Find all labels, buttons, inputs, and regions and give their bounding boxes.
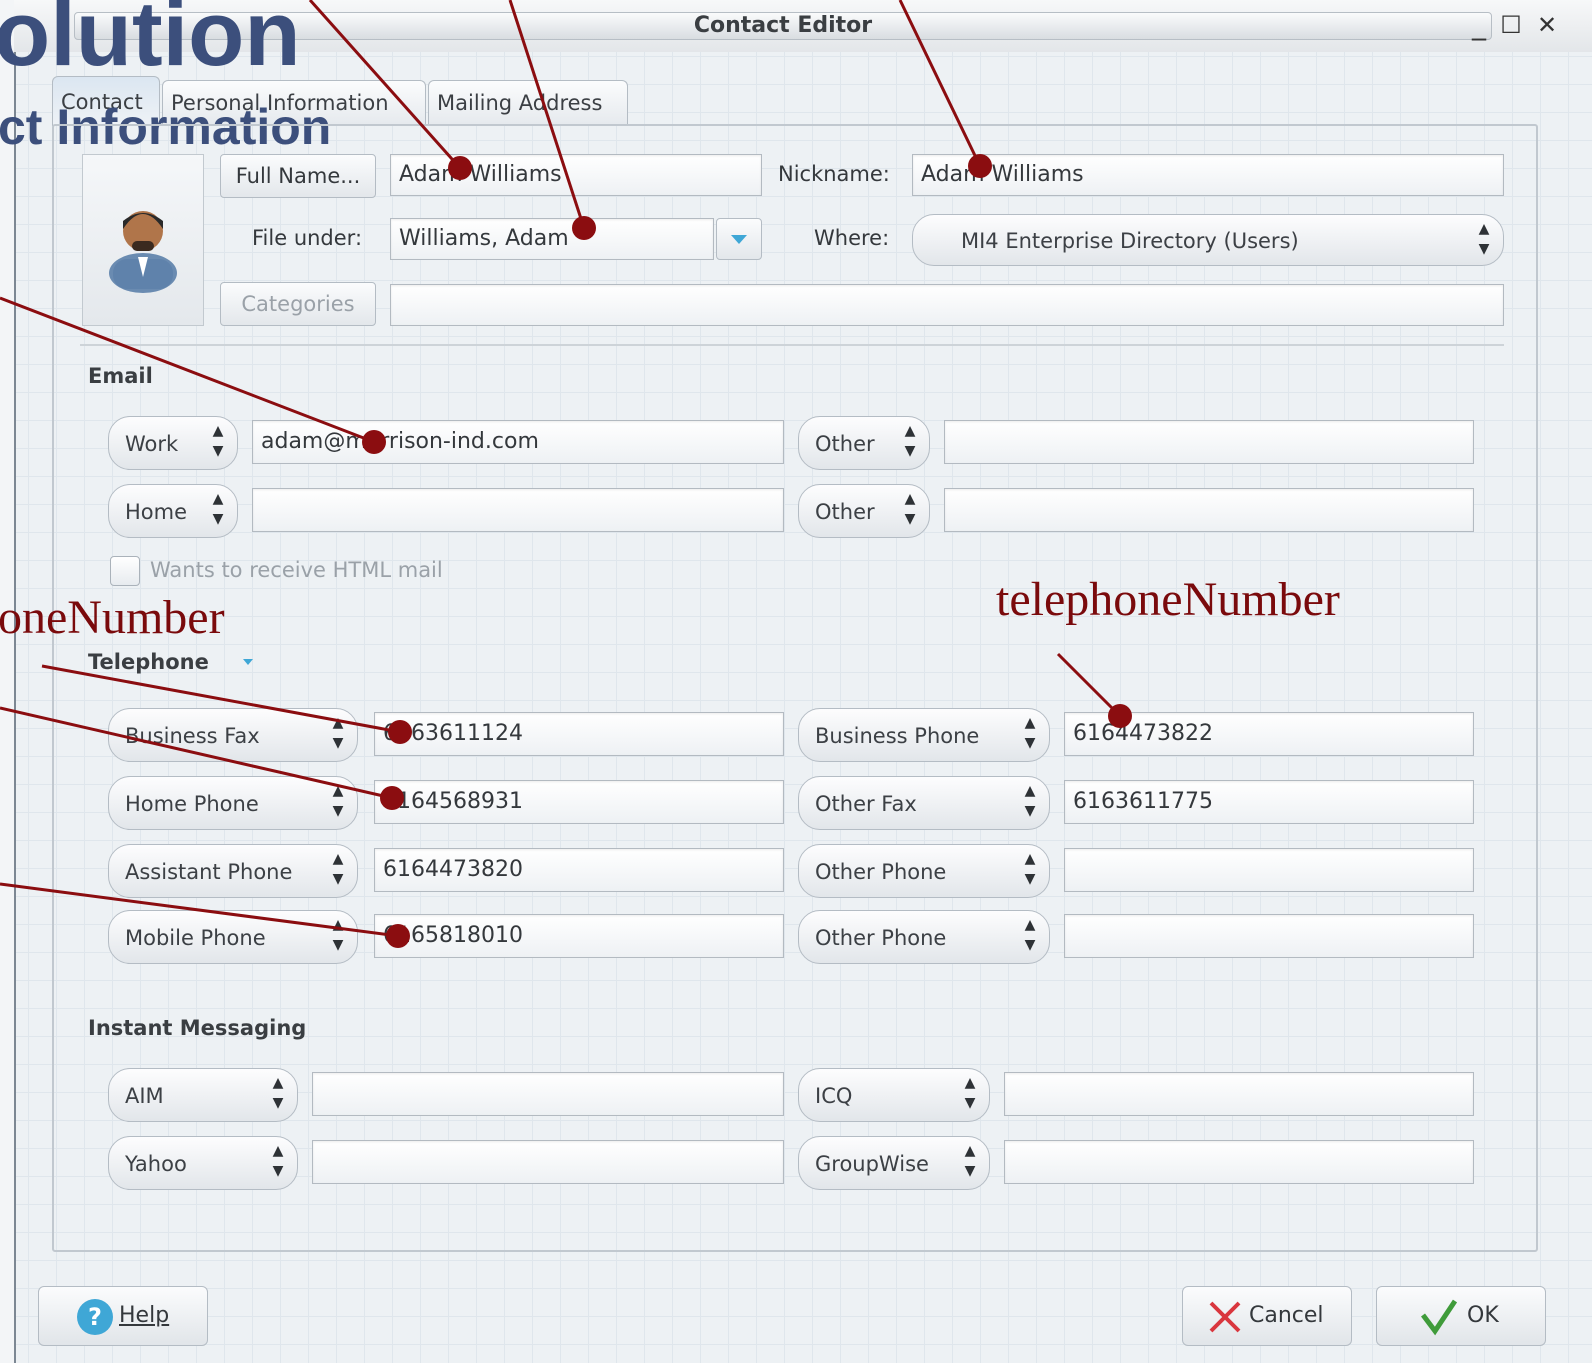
annotation-dot <box>388 720 412 744</box>
annotation-line <box>308 0 462 169</box>
annotation-line <box>898 0 982 167</box>
annotation-dot <box>386 924 410 948</box>
annotation-dot <box>572 216 596 240</box>
annotation-label-right: telephoneNumber <box>996 573 1340 626</box>
annotation-overlay <box>0 0 1132 948</box>
annotation-dot <box>362 430 386 454</box>
annotation-line <box>0 882 399 938</box>
annotation-dot <box>448 156 472 180</box>
annotation-line <box>41 664 401 734</box>
annotation-dot <box>1108 704 1132 728</box>
annotation-line <box>508 0 586 229</box>
annotation-dot <box>968 154 992 178</box>
annotation-dot <box>380 786 404 810</box>
annotation-label-left: oneNumber <box>0 591 225 644</box>
annotation-line <box>0 296 375 444</box>
annotation-line <box>1056 652 1122 718</box>
annotation-line <box>0 706 393 800</box>
